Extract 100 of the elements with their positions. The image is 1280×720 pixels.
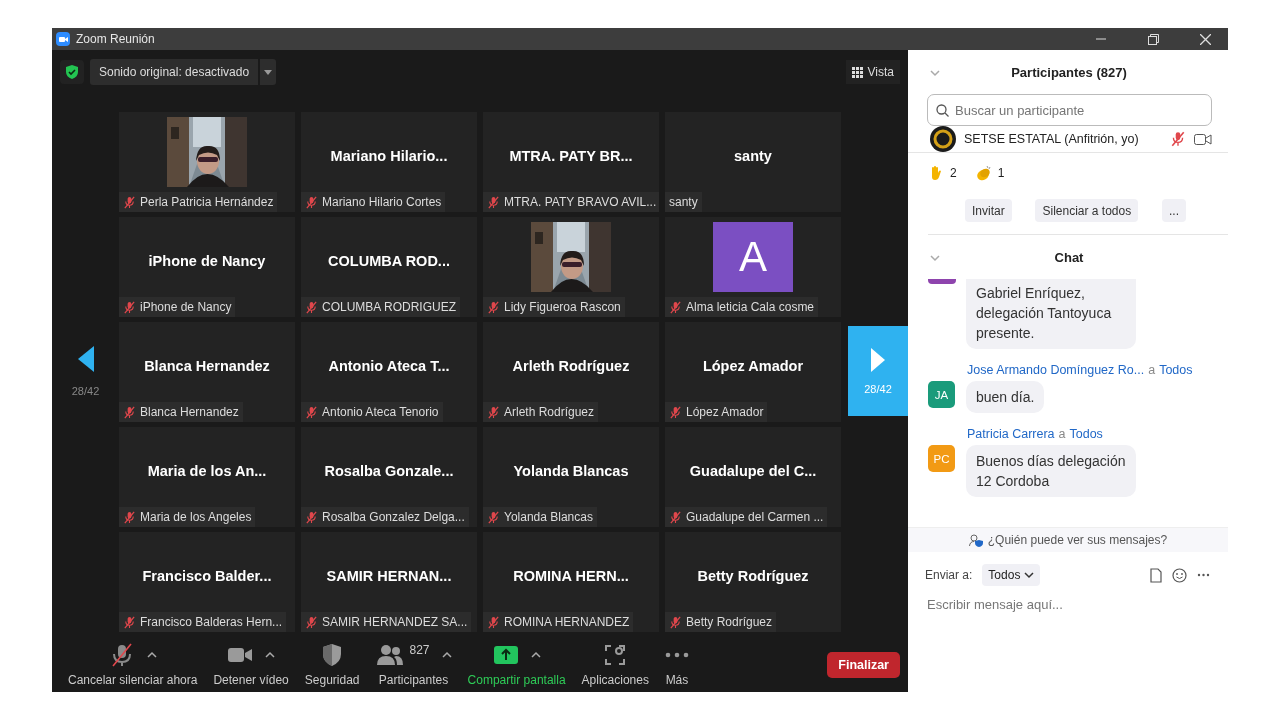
person-shield-icon [968,533,984,547]
muted-mic-icon [305,615,318,629]
muted-mic-icon [123,615,136,629]
end-meeting-button[interactable]: Finalizar [827,652,900,678]
to-word: a [1058,427,1066,441]
name-label-text: MTRA. PATY BRAVO AVIL... [504,195,657,209]
muted-mic-icon [1170,131,1186,147]
message-bubble: buen día. [966,381,1045,413]
message-bubble: Buenos días delegación 12 Cordoba [966,445,1136,497]
avatar-icon [930,126,956,152]
name-label-text: Rosalba Gonzalez Delga... [322,510,465,524]
name-label-text: Perla Patricia Hernández [140,195,274,209]
more-icon[interactable] [1197,573,1210,577]
zoom-logo-icon [56,32,70,46]
muted-mic-icon [669,300,682,314]
reaction-count: 1 [997,166,1005,180]
caret-icon[interactable] [146,651,157,659]
muted-mic-icon [123,510,136,524]
to-word: a [1148,363,1156,377]
participant-name: COLUMBA ROD... [328,253,450,269]
participant-name: MTRA. PATY BR... [509,148,633,164]
share-screen-icon [492,645,519,665]
more-icon [664,651,689,659]
grid-icon [851,66,863,78]
name-label-text: Antonio Ateca Tenorio [322,405,439,419]
name-label-text: Mariano Hilario Cortes [322,195,442,209]
muted-mic-icon [123,405,136,419]
muted-mic-icon [487,300,500,314]
people-icon [375,644,404,666]
toolbar-button[interactable]: 827 Participantes [367,643,460,687]
page-indicator: 28/42 [71,385,100,397]
toolbar-button[interactable]: Cancelar silenciar ahora [60,643,206,687]
apps-icon [604,644,627,666]
participant-name: Mariano Hilario... [330,148,448,164]
muted-mic-icon [487,405,500,419]
toolbar-button[interactable]: Seguridad [296,643,368,687]
muted-mic-icon [487,195,500,209]
clapping-hands-icon [974,165,992,181]
name-label-text: López Amador [686,405,764,419]
dropdown-icon[interactable] [260,59,277,85]
panel-button[interactable]: Silenciar a todos [1035,199,1139,222]
panel-button[interactable]: ... [1161,199,1186,222]
muted-mic-icon [487,615,500,629]
message-bubble: Gabriel Enríquez, delegación Tantoyuca presente. [966,279,1136,349]
name-label-text: Alma leticia Cala cosme [686,300,815,314]
send-to-label: Enviar a: [925,568,973,582]
previous-page-icon[interactable] [76,345,95,373]
muted-mic-icon [123,195,136,209]
muted-mic-icon [669,405,682,419]
participant-name: iPhone de Nancy [148,253,266,269]
shield-icon [321,643,344,667]
participant-name: Yolanda Blancas [513,463,629,479]
recipient-name: Todos [1159,363,1193,377]
participant-name: Antonio Ateca T... [328,358,450,374]
caret-icon[interactable] [1024,571,1035,579]
next-page-icon [870,347,886,373]
caret-icon[interactable] [530,651,541,659]
participant-name: Blanca Hernandez [144,358,270,374]
name-label-text: Yolanda Blancas [504,510,593,524]
participant-name: ROMINA HERN... [513,568,629,584]
participant-name: Betty Rodríguez [697,568,809,584]
toolbar-button[interactable]: Aplicaciones [573,643,657,687]
participant-row[interactable]: SETSE ESTATAL (Anfitrión, yo) [908,126,1228,153]
avatar-initials: PC [928,445,955,472]
name-label-text: ROMINA HERNANDEZ [504,615,630,629]
name-label-text: Blanca Hernandez [140,405,239,419]
video-off-icon[interactable] [1194,132,1212,146]
participant-name: SAMIR HERNAN... [326,568,452,584]
participant-name: Rosalba Gonzale... [324,463,454,479]
search-field[interactable]: Buscar un participante [927,94,1212,126]
caret-icon[interactable] [265,651,276,659]
panel-button[interactable]: Invitar [965,199,1012,222]
window-title: Zoom Reunión [76,32,155,46]
muted-mic-icon [305,510,318,524]
original-sound-button[interactable]: Sonido original: desactivado [90,59,259,85]
caret-icon[interactable] [441,651,452,659]
muted-mic-icon [305,195,318,209]
sender-name: Patricia Carrera [967,427,1055,441]
emoji-icon[interactable] [1172,567,1187,583]
participant-name: SETSE ESTATAL (Anfitrión, yo) [964,132,1140,146]
toolbar-button[interactable]: Compartir pantalla [459,643,574,687]
muted-mic-icon [669,510,682,524]
sender-name: Jose Armando Domínguez Ro... [967,363,1145,377]
name-label-text: Guadalupe del Carmen ... [686,510,824,524]
toolbar-button[interactable]: Detener vídeo [205,643,297,687]
shield-check-icon[interactable] [65,64,79,80]
panel-title: Chat [1053,249,1085,265]
view-button[interactable]: Vista [845,60,900,84]
file-icon[interactable] [1150,567,1162,583]
participant-name: López Amador [702,358,804,374]
muted-mic-icon [123,300,136,314]
reaction-count: 2 [950,166,957,180]
name-label-text: Arleth Rodríguez [504,405,595,419]
recipient-dropdown[interactable]: Todos [982,564,1041,586]
toolbar-button[interactable]: Más [656,643,697,687]
avatar-initials: JA [928,381,955,408]
participant-name: Francisco Balder... [142,568,272,584]
muted-mic-icon [305,405,318,419]
panel-title: Participantes (827) [1010,64,1128,80]
muted-mic-icon [305,300,318,314]
